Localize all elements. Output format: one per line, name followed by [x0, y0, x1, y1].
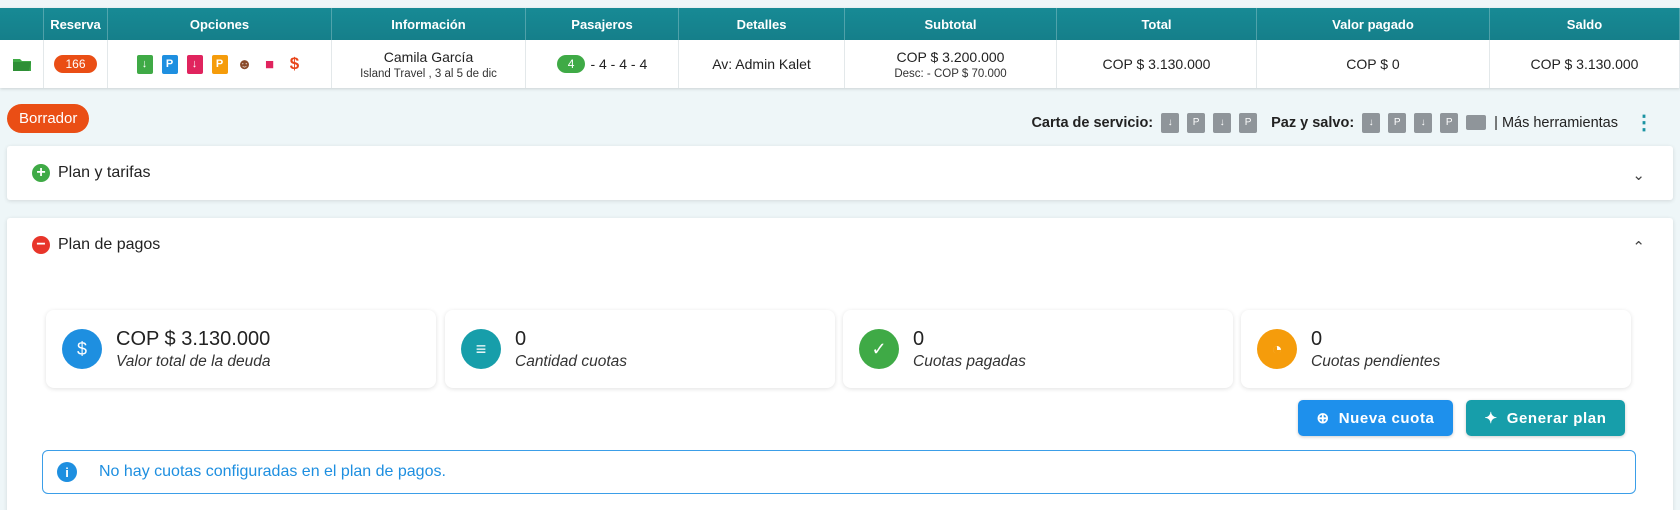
stat-card-installments: ≡ 0 Cantidad cuotas: [445, 310, 835, 388]
header-pasajeros: Pasajeros: [526, 8, 679, 40]
plan-pagos-panel: − Plan de pagos ⌃ $ COP $ 3.130.000 Valo…: [7, 218, 1673, 510]
stat-value: COP $ 3.130.000: [116, 327, 271, 350]
alert-text: No hay cuotas configuradas en el plan de…: [99, 463, 446, 480]
stat-label: Valor total de la deuda: [116, 352, 271, 370]
stat-value: 0: [913, 327, 925, 350]
folder-icon[interactable]: [0, 40, 44, 88]
new-installment-button[interactable]: ⊕ Nueva cuota: [1298, 400, 1453, 436]
reservation-table: Reserva Opciones Información Pasajeros D…: [0, 8, 1680, 88]
pending-clock-icon: ◔: [1257, 329, 1297, 369]
header-saldo: Saldo: [1490, 8, 1680, 40]
mail-icon[interactable]: [1466, 115, 1487, 130]
discount-value: Desc: - COP $ 70.000: [894, 67, 1007, 80]
minus-circle-icon: −: [32, 236, 50, 254]
plus-circle-icon: +: [32, 164, 50, 182]
car-icon[interactable]: ■: [262, 55, 278, 74]
money-clock-icon: $: [62, 329, 102, 369]
download-icon[interactable]: ↓: [1161, 112, 1180, 133]
dollar-icon[interactable]: $: [287, 54, 303, 74]
pdf-orange-icon[interactable]: P: [211, 54, 228, 74]
stat-value: 0: [1311, 327, 1323, 350]
header-opciones: Opciones: [108, 8, 332, 40]
table-header: Reserva Opciones Información Pasajeros D…: [0, 8, 1680, 40]
stat-label: Cuotas pendientes: [1311, 352, 1441, 370]
chevron-down-icon[interactable]: ⌄: [1632, 166, 1645, 184]
stat-value: 0: [515, 327, 527, 350]
stat-card-paid: ✓ 0 Cuotas pagadas: [843, 310, 1233, 388]
pdf-icon[interactable]: P: [1239, 112, 1258, 133]
header-reserva: Reserva: [44, 8, 108, 40]
header-detalles: Detalles: [679, 8, 845, 40]
download-icon[interactable]: ↓: [1213, 112, 1232, 133]
download-icon[interactable]: ↓: [1362, 112, 1381, 133]
header-total: Total: [1057, 8, 1257, 40]
passengers-cell: 4 - 4 - 4 - 4: [526, 40, 679, 88]
empty-installments-alert: i No hay cuotas configuradas en el plan …: [42, 450, 1636, 494]
options-cell: ↓ P ↓ P ☻ ■ $: [108, 40, 332, 88]
subtotal-value: COP $ 3.200.000: [896, 48, 1005, 65]
chevron-up-icon[interactable]: ⌃: [1632, 238, 1645, 256]
download-pink-icon[interactable]: ↓: [186, 54, 203, 74]
generate-plan-button[interactable]: ✦ Generar plan: [1466, 400, 1625, 436]
table-row: 166 ↓ P ↓ P ☻ ■ $ Camila García Island T…: [0, 40, 1680, 88]
header-valor-pagado: Valor pagado: [1257, 8, 1490, 40]
sparkle-icon: ✦: [1484, 410, 1498, 427]
client-name: Camila García: [383, 48, 474, 65]
check-icon: ✓: [859, 329, 899, 369]
passengers-icon[interactable]: ☻: [237, 55, 253, 74]
stat-card-pending: ◔ 0 Cuotas pendientes: [1241, 310, 1631, 388]
download-icon[interactable]: ↓: [1414, 112, 1433, 133]
service-letter-label: Carta de servicio:: [1031, 114, 1154, 131]
pdf-icon[interactable]: P: [1440, 112, 1459, 133]
tools-bar: Carta de servicio: ↓ P ↓ P Paz y salvo: …: [1031, 110, 1654, 135]
header-informacion: Información: [332, 8, 526, 40]
stat-card-total-debt: $ COP $ 3.130.000 Valor total de la deud…: [46, 310, 436, 388]
plan-tarifas-panel[interactable]: + Plan y tarifas ⌄: [7, 146, 1673, 200]
more-tools-link[interactable]: | Más herramientas: [1494, 115, 1618, 131]
paid-cell: COP $ 0: [1257, 40, 1490, 88]
passengers-breakdown: - 4 - 4 - 4: [590, 56, 648, 72]
info-subtitle: Island Travel , 3 al 5 de dic: [360, 67, 497, 80]
pdf-icon[interactable]: P: [1388, 112, 1407, 133]
generate-plan-label: Generar plan: [1506, 409, 1607, 427]
status-badge: Borrador: [7, 104, 90, 133]
reservation-number-badge[interactable]: 166: [54, 55, 97, 73]
details-cell: Av: Admin Kalet: [679, 40, 845, 88]
stat-label: Cantidad cuotas: [515, 352, 628, 370]
plus-icon: ⊕: [1316, 410, 1330, 427]
info-icon: i: [57, 462, 77, 482]
list-icon: ≡: [461, 329, 501, 369]
plan-tarifas-title: Plan y tarifas: [58, 164, 151, 181]
balance-cell: COP $ 3.130.000: [1490, 40, 1680, 88]
stat-label: Cuotas pagadas: [913, 352, 1026, 370]
download-icon[interactable]: ↓: [136, 54, 153, 74]
total-cell: COP $ 3.130.000: [1057, 40, 1257, 88]
paz-salvo-label: Paz y salvo:: [1271, 114, 1355, 131]
plan-pagos-header[interactable]: − Plan de pagos: [7, 218, 1673, 272]
header-spacer: [0, 8, 44, 40]
new-installment-label: Nueva cuota: [1338, 409, 1435, 427]
passengers-badge: 4: [556, 55, 586, 73]
plan-pagos-title: Plan de pagos: [58, 236, 161, 253]
header-subtotal: Subtotal: [845, 8, 1057, 40]
pdf-icon[interactable]: P: [1187, 112, 1206, 133]
subtotal-cell: COP $ 3.200.000 Desc: - COP $ 70.000: [845, 40, 1057, 88]
info-cell: Camila García Island Travel , 3 al 5 de …: [332, 40, 526, 88]
plan-tarifas-header[interactable]: + Plan y tarifas: [7, 146, 1673, 200]
pdf-icon[interactable]: P: [161, 54, 178, 74]
reserva-cell: 166: [44, 40, 108, 88]
kebab-menu-icon[interactable]: ⋮: [1634, 110, 1654, 135]
